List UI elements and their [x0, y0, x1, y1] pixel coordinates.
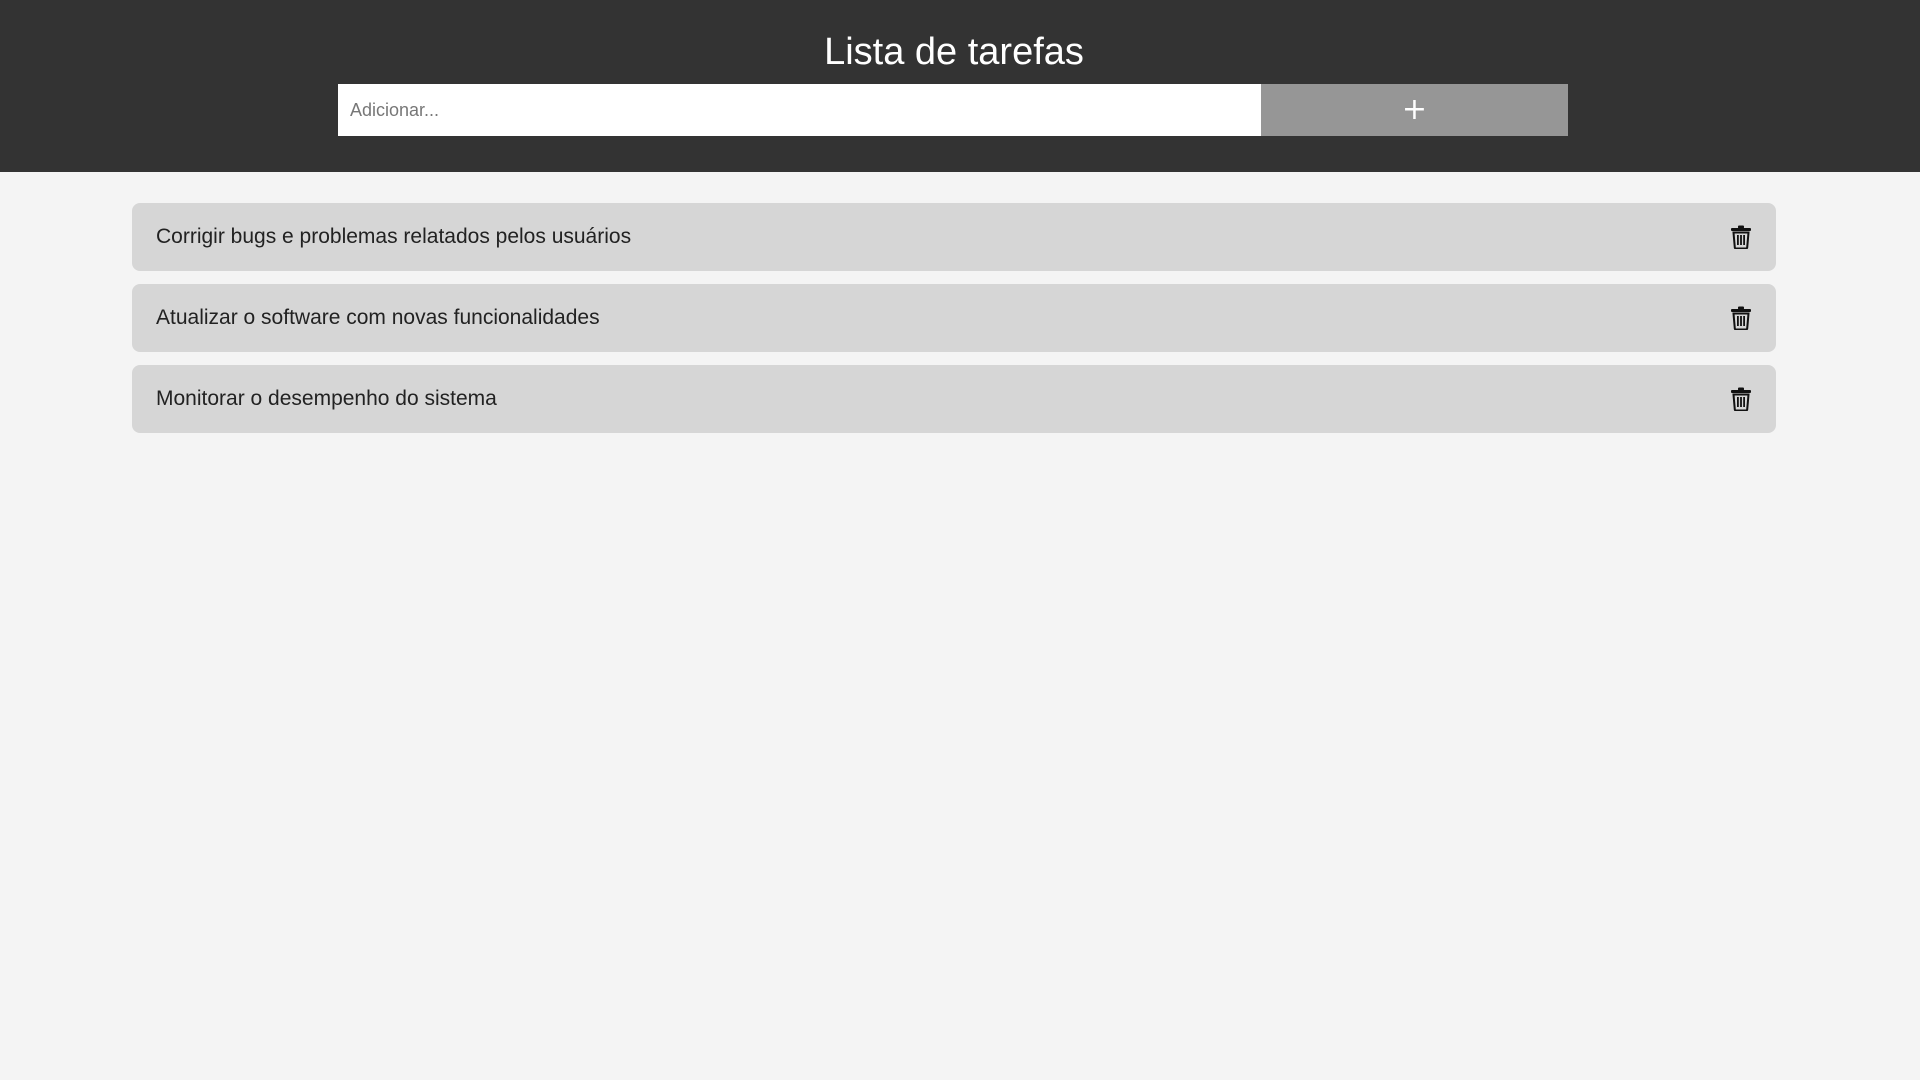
trash-icon: [1731, 225, 1751, 249]
delete-task-button[interactable]: [1726, 384, 1756, 414]
task-item: Atualizar o software com novas funcional…: [132, 284, 1776, 352]
trash-icon: [1731, 387, 1751, 411]
add-task-form: +: [338, 84, 1568, 136]
add-task-input[interactable]: [338, 84, 1261, 136]
page-title: Lista de tarefas: [824, 31, 1084, 73]
header: Lista de tarefas +: [0, 0, 1920, 172]
task-text: Atualizar o software com novas funcional…: [156, 306, 600, 329]
task-text: Monitorar o desempenho do sistema: [156, 387, 497, 410]
add-task-button[interactable]: +: [1261, 84, 1568, 136]
task-item: Monitorar o desempenho do sistema: [132, 365, 1776, 433]
delete-task-button[interactable]: [1726, 303, 1756, 333]
task-list: Corrigir bugs e problemas relatados pelo…: [132, 203, 1776, 446]
trash-icon: [1731, 306, 1751, 330]
delete-task-button[interactable]: [1726, 222, 1756, 252]
task-text: Corrigir bugs e problemas relatados pelo…: [156, 225, 632, 248]
task-item: Corrigir bugs e problemas relatados pelo…: [132, 203, 1776, 271]
